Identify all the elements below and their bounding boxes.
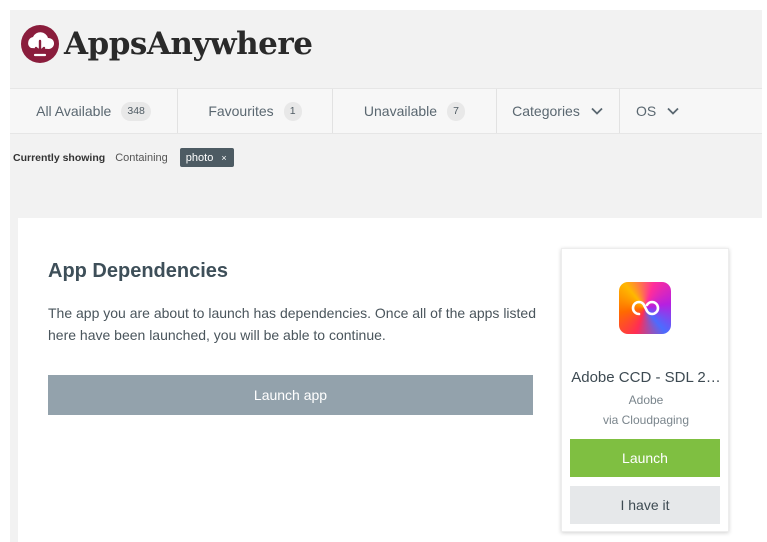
tab-unavailable-label: Unavailable <box>363 103 438 119</box>
app-delivery-method: via Cloudpaging <box>602 413 690 427</box>
app-frame: AppsAnywhere All Available 348 Favourite… <box>10 10 762 542</box>
app-publisher: Adobe <box>628 393 664 407</box>
launch-button[interactable]: Launch <box>570 439 720 477</box>
os-label: OS <box>636 103 657 119</box>
dependency-card: Adobe CCD - SDL 2… Adobe via Cloudpaging… <box>561 248 729 532</box>
chevron-down-icon <box>591 107 603 115</box>
tab-all-available-label: All Available <box>36 103 112 119</box>
filter-chip-label: photo <box>185 151 214 164</box>
filter-chip-photo[interactable]: photo × <box>179 148 234 167</box>
tab-all-available[interactable]: All Available 348 <box>10 89 178 133</box>
chevron-down-icon <box>667 107 679 115</box>
tab-favourites-label: Favourites <box>208 103 274 119</box>
dialog-description: The app you are about to launch has depe… <box>48 305 537 343</box>
i-have-it-button[interactable]: I have it <box>570 486 720 524</box>
app-dependencies-dialog: App Dependencies The app you are about t… <box>18 218 762 542</box>
app-name: Adobe CCD - SDL 2… <box>571 369 721 386</box>
filter-containing-label: Containing <box>115 151 168 164</box>
active-filters: Currently showing Containing photo × <box>13 148 234 167</box>
tab-all-available-count: 348 <box>121 101 151 121</box>
os-dropdown[interactable]: OS <box>620 89 762 133</box>
dialog-title: App Dependencies <box>48 260 229 282</box>
launch-app-button[interactable]: Launch app <box>48 375 533 415</box>
close-icon[interactable]: × <box>221 153 226 163</box>
categories-label: Categories <box>512 103 580 119</box>
cloud-download-logo-icon <box>21 25 59 63</box>
top-nav: All Available 348 Favourites 1 Unavailab… <box>10 88 762 134</box>
brand-logo[interactable]: AppsAnywhere <box>20 24 313 64</box>
brand-name: AppsAnywhere <box>64 26 313 62</box>
creative-cloud-icon <box>619 282 671 334</box>
tab-unavailable-count: 7 <box>447 101 466 121</box>
tab-favourites[interactable]: Favourites 1 <box>178 89 333 133</box>
categories-dropdown[interactable]: Categories <box>497 89 620 133</box>
tab-favourites-count: 1 <box>283 101 302 121</box>
tab-unavailable[interactable]: Unavailable 7 <box>333 89 497 133</box>
header: AppsAnywhere <box>10 10 762 88</box>
filter-label: Currently showing <box>13 151 106 164</box>
